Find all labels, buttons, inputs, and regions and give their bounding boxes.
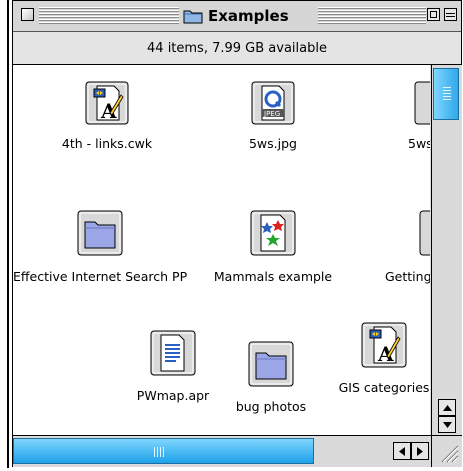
appleworks-doc-icon: A [361,322,407,368]
folder-item[interactable]: Effective Internet Search PP [13,210,187,284]
folder-icon [248,341,294,387]
zoom-box[interactable] [427,8,440,21]
title-stripes-left [39,7,179,24]
arrow-up-icon [442,404,452,411]
title-stripes-right [318,7,426,24]
horizontal-scrollbar[interactable] [13,435,431,467]
horizontal-scroll-thumb[interactable] [13,438,314,464]
folder-item[interactable]: bug photos [221,341,321,414]
collapse-box[interactable] [444,8,457,21]
folder-icon [183,10,203,24]
file-label: PWmap.apr [136,388,210,403]
close-box[interactable] [21,8,34,21]
title-bar[interactable]: Examples [13,1,461,32]
appleworks-doc-icon: A [85,81,129,125]
file-item[interactable]: A GIS categories [335,322,430,395]
document-icon [414,81,430,125]
scroll-down-arrow[interactable] [438,416,456,433]
arrow-right-icon [417,446,423,456]
arrow-down-icon [442,421,452,428]
file-label: 5ws [408,136,430,151]
image-file-icon [250,210,296,256]
resize-grip-icon [441,445,459,463]
file-item[interactable]: A 4th - links.cwk [47,81,167,151]
svg-text:JPEG: JPEG [263,110,280,118]
file-label: GIS categories [338,380,430,395]
status-text: 44 items, 7.99 GB available [147,40,327,56]
file-item[interactable]: 5ws [408,81,430,151]
vertical-scrollbar[interactable] [431,65,462,435]
desktop-edge [0,0,10,468]
arrow-left-icon [399,446,405,456]
scroll-up-arrow[interactable] [438,399,456,416]
scroll-right-arrow[interactable] [411,442,429,460]
file-item[interactable]: Mammals example [207,210,339,284]
resize-grow-box[interactable] [431,435,462,467]
finder-window: Examples 44 items, 7.99 GB available A 4… [12,0,462,467]
file-label: Getting [385,269,430,284]
folder-icon [77,210,123,256]
file-item[interactable]: JPEG 5ws.jpg [228,81,318,151]
scroll-left-arrow[interactable] [393,442,411,460]
file-label: 4th - links.cwk [61,136,153,151]
text-file-icon [150,330,196,376]
icon-view[interactable]: A 4th - links.cwk JPEG 5ws.jpg 5ws Effec… [13,65,430,435]
window-title-text: Examples [208,7,289,25]
file-item[interactable]: Getting [381,210,430,284]
jpeg-file-icon: JPEG [251,81,295,125]
file-label: 5ws.jpg [248,136,297,151]
vertical-scroll-thumb[interactable] [433,68,459,120]
document-icon [419,210,430,256]
file-label: bug photos [235,399,307,414]
status-bar: 44 items, 7.99 GB available [13,32,461,65]
window-title: Examples [179,4,293,28]
file-item[interactable]: PWmap.apr [129,330,217,403]
file-label: Effective Internet Search PP [13,269,188,284]
file-label: Mammals example [213,269,333,284]
